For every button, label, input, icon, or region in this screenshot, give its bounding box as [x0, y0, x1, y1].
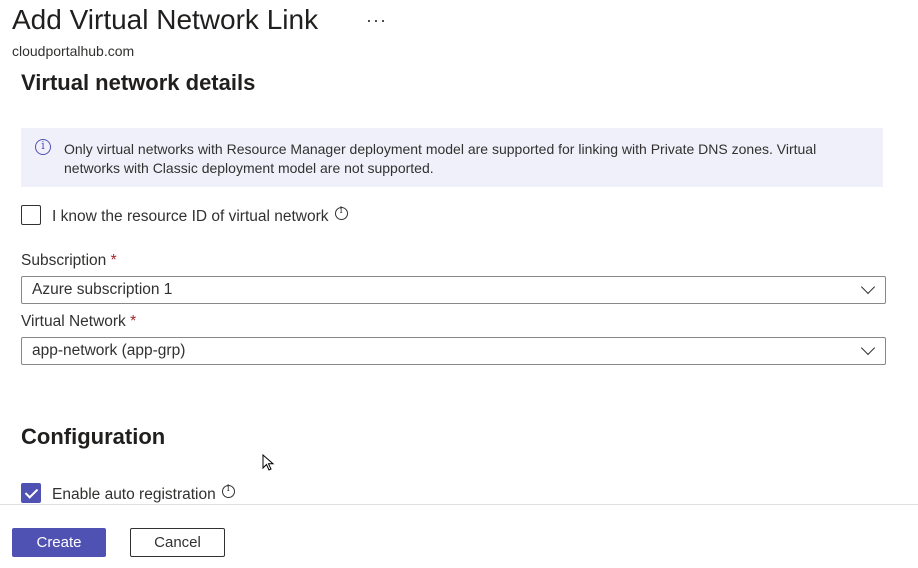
chevron-down-icon	[860, 340, 876, 356]
subscription-label-text: Subscription	[21, 252, 107, 269]
cancel-button[interactable]: Cancel	[130, 528, 225, 557]
resource-id-checkbox[interactable]	[21, 205, 41, 225]
section-heading-virtual-network: Virtual network details	[21, 70, 256, 95]
chevron-down-icon	[860, 279, 876, 295]
virtual-network-dropdown[interactable]: app-network (app-grp)	[21, 337, 886, 365]
auto-registration-label[interactable]: Enable auto registration	[52, 484, 235, 504]
virtual-network-dropdown-value: app-network (app-grp)	[32, 342, 186, 359]
virtual-network-label-text: Virtual Network	[21, 313, 126, 330]
page-subtitle: cloudportalhub.com	[12, 43, 135, 59]
more-options-button[interactable]: ···	[366, 10, 387, 31]
required-star: *	[130, 313, 137, 330]
create-button[interactable]: Create	[12, 528, 106, 557]
footer-divider	[0, 504, 918, 505]
info-icon	[35, 139, 51, 155]
info-banner: Only virtual networks with Resource Mana…	[21, 128, 883, 187]
subscription-label: Subscription *	[21, 252, 117, 270]
subscription-dropdown-value: Azure subscription 1	[32, 281, 173, 298]
info-banner-text: Only virtual networks with Resource Mana…	[64, 141, 817, 176]
info-icon[interactable]	[334, 206, 348, 220]
page-title: Add Virtual Network Link	[12, 4, 319, 35]
checkmark-icon	[24, 485, 39, 499]
auto-registration-label-text: Enable auto registration	[52, 486, 216, 503]
section-heading-configuration: Configuration	[21, 424, 166, 449]
virtual-network-label: Virtual Network *	[21, 313, 136, 331]
mouse-cursor-icon	[262, 454, 275, 471]
resource-id-label-text: I know the resource ID of virtual networ…	[52, 208, 329, 225]
resource-id-checkbox-label[interactable]: I know the resource ID of virtual networ…	[52, 206, 348, 226]
subscription-dropdown[interactable]: Azure subscription 1	[21, 276, 886, 304]
required-star: *	[110, 252, 117, 269]
auto-registration-checkbox[interactable]	[21, 483, 41, 503]
info-icon[interactable]	[221, 484, 235, 498]
